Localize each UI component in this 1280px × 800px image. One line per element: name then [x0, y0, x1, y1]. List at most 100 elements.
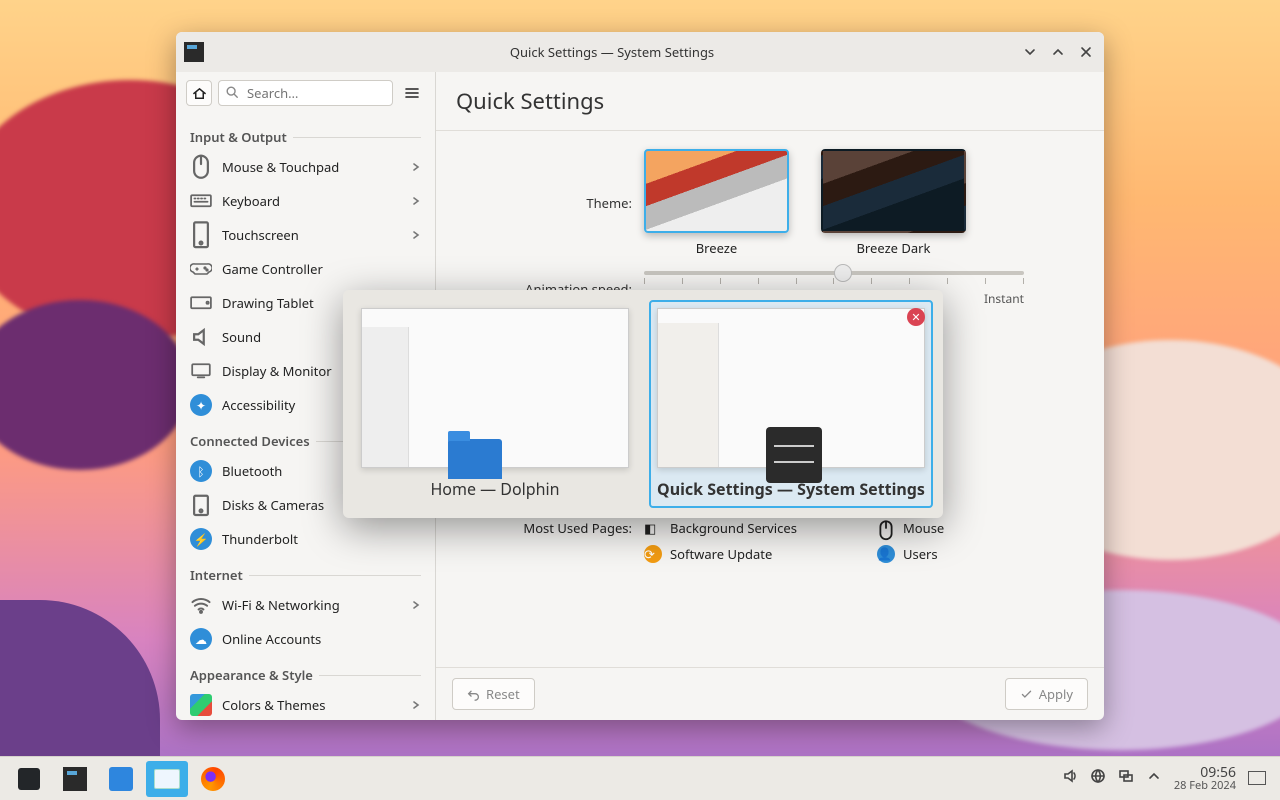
mouse-icon	[877, 519, 895, 537]
search-input[interactable]	[218, 80, 393, 106]
window-title: Quick Settings — System Settings	[212, 43, 1012, 61]
accessibility-icon: ✦	[190, 394, 212, 416]
apply-button[interactable]: Apply	[1005, 678, 1088, 710]
hamburger-menu-button[interactable]	[399, 80, 425, 106]
sidebar-item-keyboard[interactable]: Keyboard	[176, 184, 435, 218]
sidebar-category: Input & Output	[176, 118, 435, 150]
sidebar-item-label: Mouse & Touchpad	[222, 158, 339, 176]
taskbar-dolphin[interactable]	[146, 761, 188, 797]
sidebar-item-colors-themes[interactable]: Colors & Themes	[176, 688, 435, 720]
sidebar-item-mouse-touchpad[interactable]: Mouse & Touchpad	[176, 150, 435, 184]
sys-icon	[63, 767, 87, 791]
taskbar-app-launcher[interactable]	[8, 761, 50, 797]
mouse-icon	[190, 156, 212, 178]
theme-option-breeze-dark[interactable]: Breeze Dark	[821, 149, 966, 257]
gamepad-icon	[190, 258, 212, 280]
menu-icon	[404, 85, 420, 101]
reset-button[interactable]: Reset	[452, 678, 535, 710]
most-used-mouse[interactable]: Mouse	[877, 519, 1086, 537]
sidebar-item-label: Drawing Tablet	[222, 294, 314, 312]
most-used-background-services[interactable]: ◧ Background Services	[644, 519, 853, 537]
fox-icon	[201, 767, 225, 791]
tray-expand-icon[interactable]	[1146, 767, 1162, 789]
accounts-icon: ☁	[190, 628, 212, 650]
clock[interactable]: 09:56 28 Feb 2024	[1174, 765, 1236, 792]
close-window-button[interactable]: ✕	[907, 308, 925, 326]
kde-icon	[17, 767, 41, 791]
sidebar-category: Internet	[176, 556, 435, 588]
switcher-item-settings[interactable]: ✕ Quick Settings — System Settings	[649, 300, 933, 508]
theme-thumbnail	[821, 149, 966, 233]
chevron-right-icon	[411, 696, 421, 714]
sidebar-item-label: Touchscreen	[222, 226, 299, 244]
keyboard-icon	[190, 190, 212, 212]
sidebar-item-thunderbolt[interactable]: ⚡ Thunderbolt	[176, 522, 435, 556]
volume-icon[interactable]	[1062, 767, 1078, 789]
show-desktop-button[interactable]	[1248, 771, 1266, 785]
switcher-caption: Home — Dolphin	[430, 478, 559, 500]
switcher-item-dolphin[interactable]: Home — Dolphin	[353, 300, 637, 508]
home-icon	[192, 86, 207, 101]
chevron-right-icon	[411, 226, 421, 244]
folder-icon	[448, 439, 502, 479]
most-used-label: Background Services	[670, 519, 797, 537]
taskbar: 09:56 28 Feb 2024	[0, 756, 1280, 800]
task-switcher: Home — Dolphin ✕ Quick Settings — System…	[343, 290, 943, 518]
network-globe-icon[interactable]	[1090, 767, 1106, 789]
theme-label: Theme:	[454, 194, 644, 212]
thunderbolt-icon: ⚡	[190, 528, 212, 550]
taskbar-firefox[interactable]	[192, 761, 234, 797]
minimize-button[interactable]	[1020, 42, 1040, 62]
sidebar-item-label: Game Controller	[222, 260, 323, 278]
tablet-icon	[190, 292, 212, 314]
bluetooth-icon: ᛒ	[190, 460, 212, 482]
animation-speed-slider[interactable]	[644, 271, 1024, 275]
theme-thumbnail	[644, 149, 789, 233]
sidebar-item-label: Display & Monitor	[222, 362, 332, 380]
check-icon	[1020, 688, 1033, 701]
chevron-right-icon	[411, 596, 421, 614]
sidebar-item-label: Accessibility	[222, 396, 295, 414]
sidebar-category: Appearance & Style	[176, 656, 435, 688]
network-icon[interactable]	[1118, 767, 1134, 789]
taskbar-discover[interactable]	[100, 761, 142, 797]
most-used-software-update[interactable]: ⟳ Software Update	[644, 545, 853, 563]
folder-icon	[154, 769, 180, 789]
sidebar-item-label: Wi-Fi & Networking	[222, 596, 340, 614]
maximize-button[interactable]	[1048, 42, 1068, 62]
sidebar-item-touchscreen[interactable]: Touchscreen	[176, 218, 435, 252]
taskbar-system-settings[interactable]	[54, 761, 96, 797]
discover-icon	[109, 767, 133, 791]
update-icon: ⟳	[644, 545, 662, 563]
sidebar-item-label: Bluetooth	[222, 462, 282, 480]
most-used-label: Mouse	[903, 519, 944, 537]
most-used-label: Users	[903, 545, 938, 563]
titlebar: Quick Settings — System Settings	[176, 32, 1104, 72]
theme-option-breeze[interactable]: Breeze	[644, 149, 789, 257]
sidebar-item-label: Online Accounts	[222, 630, 321, 648]
bgserv-icon: ◧	[644, 519, 662, 537]
sidebar-item-label: Disks & Cameras	[222, 496, 324, 514]
sound-icon	[190, 326, 212, 348]
sidebar-item-label: Keyboard	[222, 192, 280, 210]
sidebar-item-label: Sound	[222, 328, 261, 346]
close-button[interactable]	[1076, 42, 1096, 62]
window-preview	[361, 308, 629, 468]
page-title: Quick Settings	[436, 72, 1104, 131]
touchscreen-icon	[190, 224, 212, 246]
sidebar-item-label: Thunderbolt	[222, 530, 298, 548]
chevron-right-icon	[411, 192, 421, 210]
sidebar-item-game-controller[interactable]: Game Controller	[176, 252, 435, 286]
slider-handle[interactable]	[834, 264, 852, 282]
home-button[interactable]	[186, 80, 212, 106]
most-used-users[interactable]: 👤 Users	[877, 545, 1086, 563]
sidebar-item-wi-fi-networking[interactable]: Wi-Fi & Networking	[176, 588, 435, 622]
undo-icon	[467, 688, 480, 701]
theme-name: Breeze Dark	[856, 239, 930, 257]
sidebar-item-label: Colors & Themes	[222, 696, 325, 714]
wifi-icon	[190, 594, 212, 616]
sidebar-item-online-accounts[interactable]: ☁ Online Accounts	[176, 622, 435, 656]
colors-icon	[190, 694, 212, 716]
slider-instant-label: Instant	[984, 290, 1024, 307]
search-icon	[225, 85, 239, 103]
